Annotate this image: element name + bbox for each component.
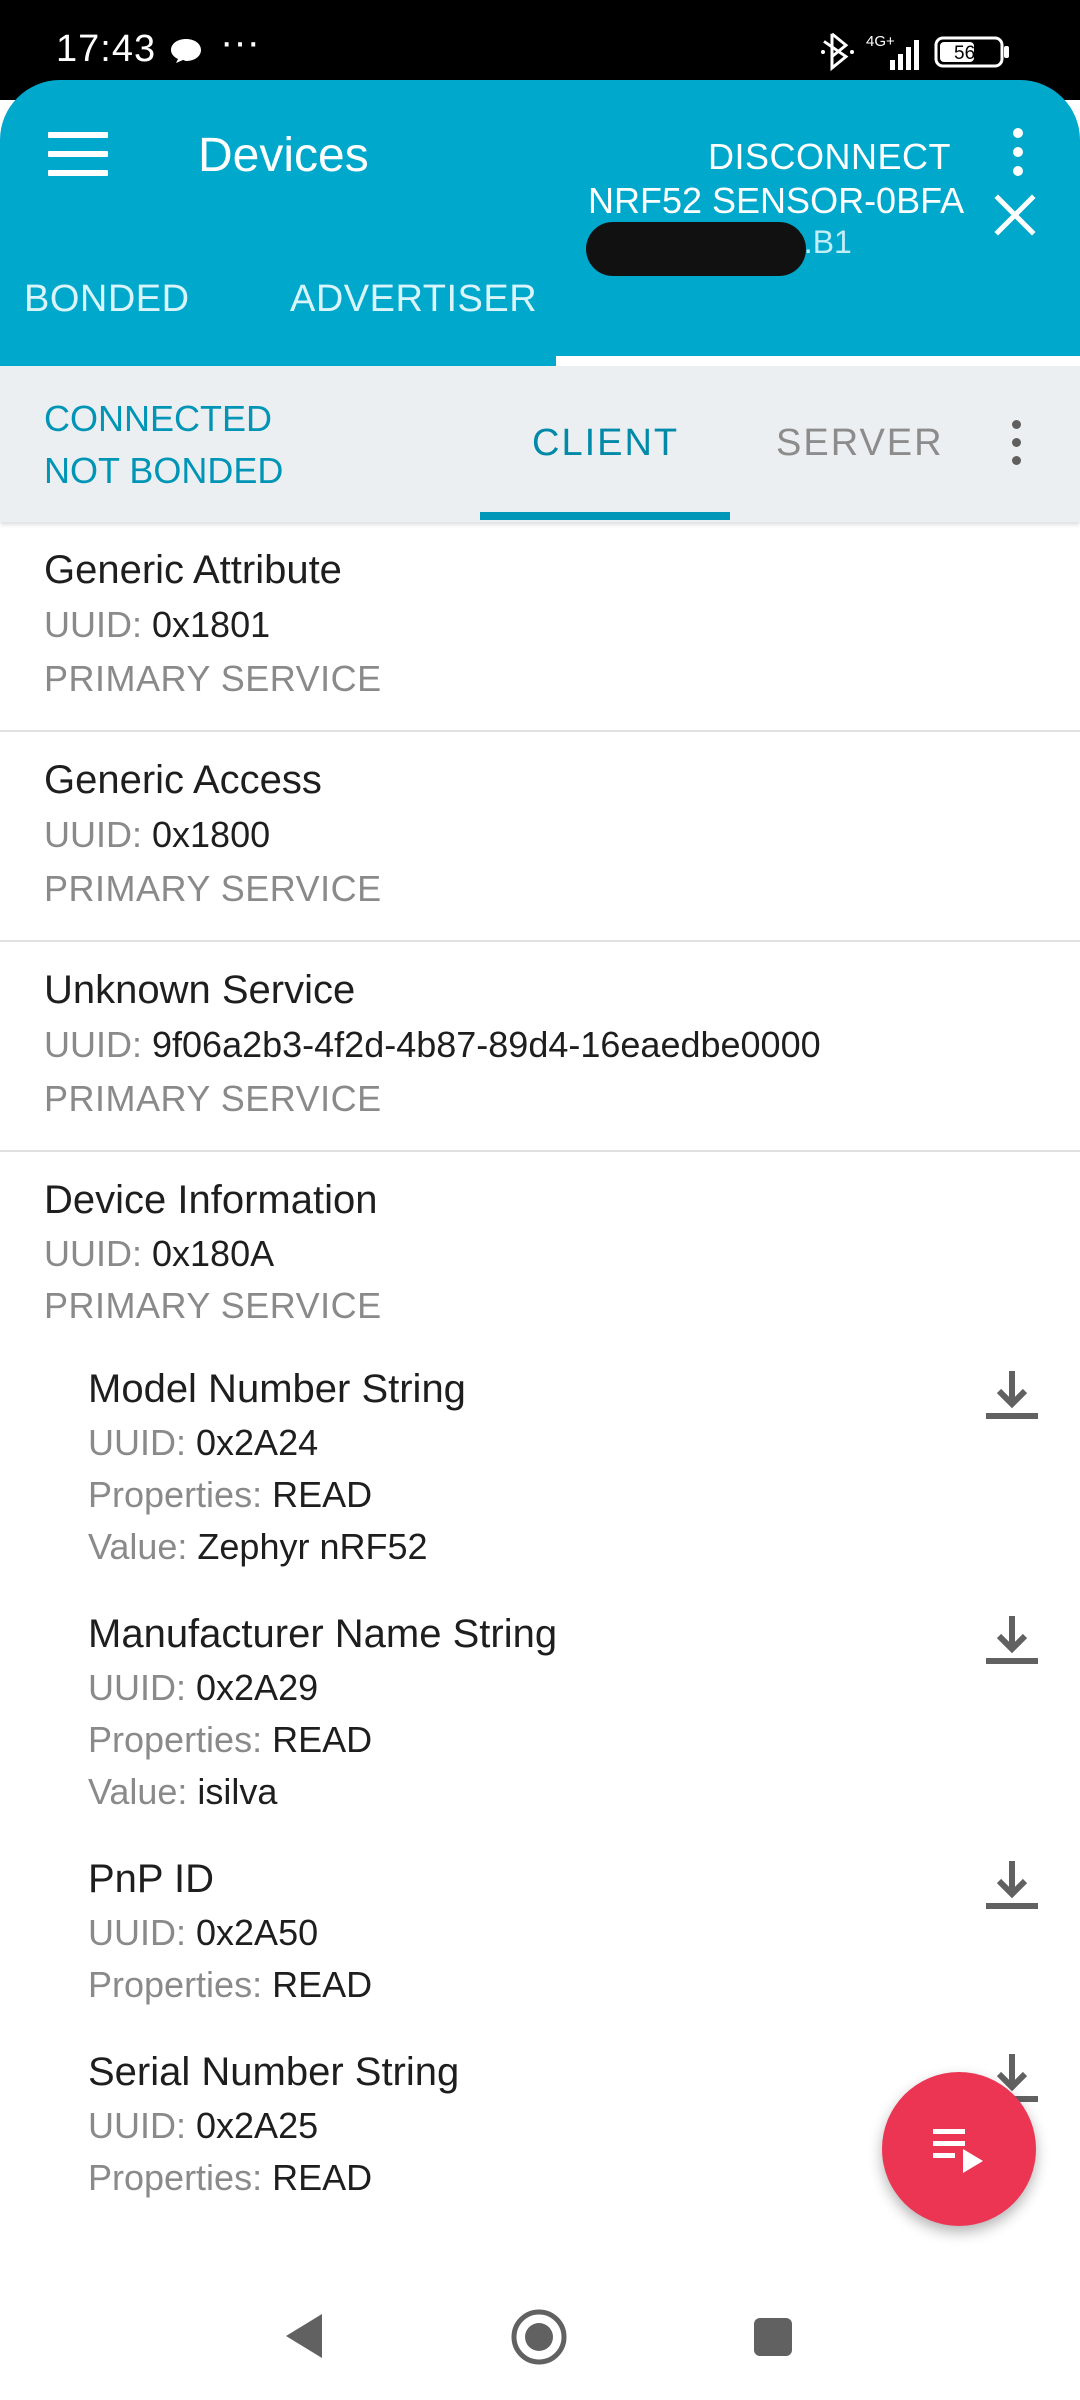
chat-bubble-icon	[171, 39, 201, 63]
tab-client[interactable]: CLIENT	[532, 422, 679, 465]
system-nav-bar	[0, 2260, 1080, 2400]
characteristic-value: Value: Zephyr nRF52	[88, 1526, 428, 1567]
network-type-label: 4G+	[866, 33, 895, 50]
log-list-icon	[933, 2129, 983, 2173]
read-download-icon[interactable]	[982, 1367, 1042, 1423]
characteristic-properties: Properties: READ	[88, 1474, 373, 1515]
tab-device[interactable]: 3.B1 NRF52 SENSOR-0BFA	[556, 180, 1080, 366]
service-uuid: UUID: 0x180A	[44, 1233, 275, 1274]
service-item[interactable]: Generic Attribute UUID: 0x1801 PRIMARY S…	[0, 522, 1080, 732]
characteristic-uuid: UUID: 0x2A50	[88, 1912, 319, 1953]
service-item[interactable]: Generic Access UUID: 0x1800 PRIMARY SERV…	[0, 732, 1080, 942]
device-name: NRF52 SENSOR-0BFA	[588, 180, 965, 221]
characteristic-properties: Properties: READ	[88, 1964, 373, 2005]
bluetooth-icon	[821, 32, 854, 72]
page-title: Devices	[198, 129, 369, 182]
tab-server[interactable]: SERVER	[776, 422, 944, 465]
service-name: Generic Access	[44, 758, 322, 802]
service-type: PRIMARY SERVICE	[44, 658, 382, 699]
service-type: PRIMARY SERVICE	[44, 1285, 382, 1326]
battery-level: 56	[954, 43, 975, 64]
service-type: PRIMARY SERVICE	[44, 1078, 382, 1119]
service-item[interactable]: Device Information UUID: 0x180A PRIMARY …	[0, 1152, 1080, 2199]
more-notifications-icon: ···	[220, 20, 260, 64]
read-download-icon[interactable]	[982, 1857, 1042, 1913]
connection-bar: CONNECTED NOT BONDED CLIENT SERVER	[0, 366, 1080, 522]
characteristic-uuid: UUID: 0x2A24	[88, 1422, 319, 1463]
characteristic-item[interactable]: Manufacturer Name String UUID: 0x2A29 Pr…	[0, 1612, 1080, 1813]
connection-more-icon[interactable]	[1006, 420, 1026, 476]
system-status-icons: 4G+ 56	[821, 32, 1009, 72]
more-options-icon[interactable]	[1000, 128, 1036, 188]
service-uuid: UUID: 0x1801	[44, 604, 271, 645]
close-icon[interactable]	[992, 192, 1038, 238]
characteristic-item[interactable]: Model Number String UUID: 0x2A24 Propert…	[0, 1367, 1080, 1568]
bond-state: NOT BONDED	[44, 450, 284, 491]
service-item[interactable]: Unknown Service UUID: 9f06a2b3-4f2d-4b87…	[0, 942, 1080, 1152]
service-uuid: UUID: 0x1800	[44, 814, 271, 855]
characteristic-name: Model Number String	[88, 1367, 466, 1411]
back-icon[interactable]	[282, 2312, 326, 2360]
characteristic-name: PnP ID	[88, 1857, 214, 1901]
service-name: Generic Attribute	[44, 548, 342, 592]
status-time: 17:43	[56, 28, 157, 70]
menu-icon[interactable]	[48, 132, 108, 182]
service-name: Unknown Service	[44, 968, 356, 1012]
read-download-icon[interactable]	[982, 1612, 1042, 1668]
characteristic-value: Value: isilva	[88, 1771, 278, 1812]
services-list: Generic Attribute UUID: 0x1801 PRIMARY S…	[0, 522, 1080, 2243]
redaction-mark	[586, 222, 806, 276]
characteristic-item[interactable]: PnP ID UUID: 0x2A50 Properties: READ	[0, 1857, 1080, 2006]
home-icon[interactable]	[510, 2308, 568, 2366]
tab-advertiser[interactable]: ADVERTISER	[290, 278, 537, 321]
recents-icon[interactable]	[752, 2316, 794, 2358]
client-tab-indicator	[480, 512, 730, 520]
tab-indicator	[556, 356, 1080, 366]
characteristic-uuid: UUID: 0x2A29	[88, 1667, 319, 1708]
service-name: Device Information	[44, 1178, 378, 1222]
service-uuid: UUID: 9f06a2b3-4f2d-4b87-89d4-16eaedbe00…	[44, 1024, 821, 1065]
connection-status: CONNECTED	[44, 398, 273, 439]
disconnect-button[interactable]: DISCONNECT	[708, 136, 951, 178]
characteristics-list: Model Number String UUID: 0x2A24 Propert…	[0, 1367, 1080, 2199]
characteristic-name: Manufacturer Name String	[88, 1612, 558, 1656]
log-fab-button[interactable]	[882, 2072, 1036, 2226]
service-type: PRIMARY SERVICE	[44, 868, 382, 909]
characteristic-properties: Properties: READ	[88, 1719, 373, 1760]
tab-bonded[interactable]: BONDED	[24, 278, 190, 321]
